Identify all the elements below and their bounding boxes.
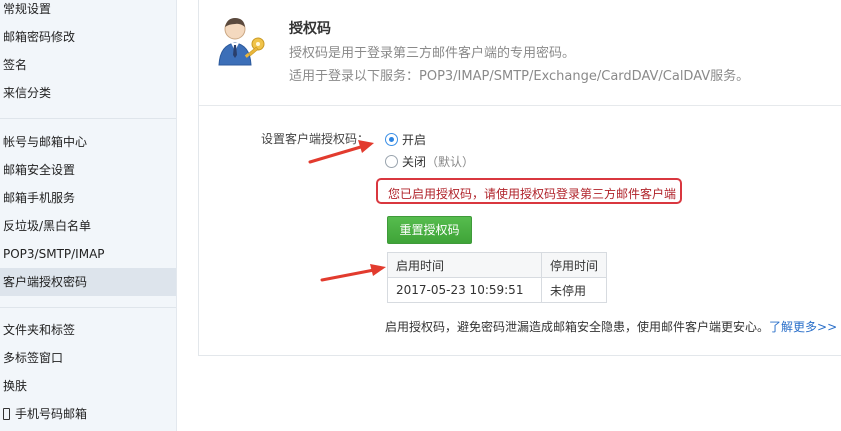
auth-code-header: 授权码 授权码是用于登录第三方邮件客户端的专用密码。 适用于登录以下服务：POP…	[199, 0, 841, 106]
sidebar-item-skin[interactable]: 换肤	[3, 374, 27, 398]
page-description-services: 适用于登录以下服务：POP3/IMAP/SMTP/Exchange/CardDA…	[289, 69, 750, 84]
sidebar-item-antispam[interactable]: 反垃圾/黑白名单	[3, 214, 91, 238]
sidebar-item-filters[interactable]: 来信分类	[3, 81, 51, 105]
radio-disable-default-hint: （默认）	[426, 155, 475, 169]
auth-code-panel: 授权码 授权码是用于登录第三方邮件客户端的专用密码。 适用于登录以下服务：POP…	[198, 0, 841, 356]
sidebar-item-general[interactable]: 常规设置	[3, 0, 51, 21]
enabled-notice-text: 您已启用授权码，请使用授权码登录第三方邮件客户端	[388, 187, 677, 201]
table-row: 2017-05-23 10:59:51 未停用	[387, 277, 608, 303]
sidebar-item-client-auth[interactable]: 客户端授权密码	[0, 268, 176, 296]
page-title: 授权码	[289, 21, 331, 37]
enabled-time-cell: 2017-05-23 10:59:51	[387, 277, 542, 303]
sidebar-item-mobile-service[interactable]: 邮箱手机服务	[3, 186, 75, 210]
footer-note-text: 启用授权码，避免密码泄漏造成邮箱安全隐患，使用邮件客户端更安心。	[385, 320, 770, 334]
page-description: 授权码是用于登录第三方邮件客户端的专用密码。	[289, 46, 576, 61]
annotation-arrow-icon	[308, 140, 374, 164]
sidebar-item-phone-mail[interactable]: 手机号码邮箱	[3, 402, 87, 426]
sidebar-item-multitab[interactable]: 多标签窗口	[3, 346, 63, 370]
radio-enable-label: 开启	[402, 133, 427, 147]
radio-disable-indicator[interactable]	[385, 155, 398, 168]
radio-disable[interactable]: 关闭（默认）	[385, 154, 474, 172]
learn-more-link[interactable]: 了解更多>>	[769, 320, 837, 334]
radio-enable-indicator[interactable]	[385, 133, 398, 146]
sidebar-item-password[interactable]: 邮箱密码修改	[3, 25, 75, 49]
table-header-disabled-time: 停用时间	[540, 252, 608, 278]
annotation-arrow-icon	[320, 264, 386, 282]
sidebar-divider	[0, 118, 176, 119]
disabled-time-cell: 未停用	[540, 277, 608, 303]
radio-disable-label: 关闭	[402, 155, 427, 169]
sidebar-item-security[interactable]: 邮箱安全设置	[3, 158, 75, 182]
phone-icon	[3, 408, 10, 420]
sidebar-item-signature[interactable]: 签名	[3, 53, 27, 77]
sidebar-item-pop3[interactable]: POP3/SMTP/IMAP	[3, 242, 105, 266]
table-header-enabled-time: 启用时间	[387, 252, 542, 278]
sidebar-item-folders[interactable]: 文件夹和标签	[3, 318, 75, 342]
radio-enable[interactable]: 开启	[385, 132, 426, 150]
sidebar-item-account-center[interactable]: 帐号与邮箱中心	[3, 130, 87, 154]
footer-note: 启用授权码，避免密码泄漏造成邮箱安全隐患，使用邮件客户端更安心。了解更多>>	[385, 318, 837, 335]
reset-auth-code-button[interactable]: 重置授权码	[387, 216, 472, 244]
enabled-notice: 您已启用授权码，请使用授权码登录第三方邮件客户端	[376, 178, 682, 204]
sidebar-item-label: 手机号码邮箱	[15, 407, 88, 421]
sidebar: 常规设置 邮箱密码修改 签名 来信分类 帐号与邮箱中心 邮箱安全设置 邮箱手机服…	[0, 0, 177, 431]
auth-time-table: 启用时间 停用时间 2017-05-23 10:59:51 未停用	[387, 252, 608, 303]
user-key-icon	[218, 18, 265, 66]
sidebar-divider	[0, 307, 176, 308]
